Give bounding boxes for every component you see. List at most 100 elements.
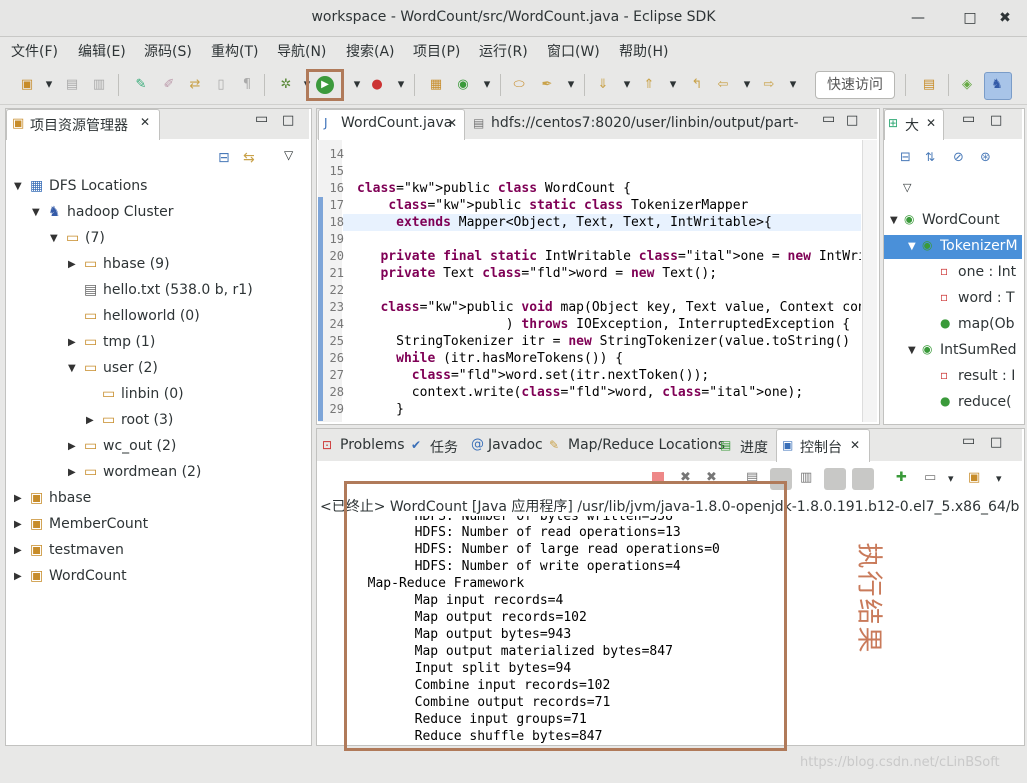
package-icon[interactable]: ▦: [427, 76, 445, 94]
dropdown-icon[interactable]: ▾: [348, 76, 366, 94]
link-editor-icon[interactable]: ⇆: [243, 150, 255, 166]
tree-item[interactable]: linbin (0): [121, 386, 184, 402]
dropdown-icon[interactable]: ▾: [738, 76, 756, 94]
code-line[interactable]: while (itr.hasMoreTokens()) {: [357, 351, 861, 366]
block-icon[interactable]: ▯: [212, 76, 230, 94]
minimize-icon[interactable]: ▭: [822, 111, 835, 127]
tab-hdfs-output[interactable]: hdfs://centos7:8020/user/linbin/output/p…: [491, 115, 799, 131]
tree-item[interactable]: helloworld (0): [103, 308, 200, 324]
collapse-arrow-icon[interactable]: ▼: [14, 181, 22, 192]
next-annotation-icon[interactable]: ⇓: [594, 76, 612, 94]
expand-arrow-icon[interactable]: ▶: [14, 545, 22, 556]
tab-progress[interactable]: 进度: [740, 437, 768, 457]
outline-item[interactable]: WordCount: [922, 212, 1022, 228]
outline-item[interactable]: word : T: [958, 290, 1022, 306]
collapse-arrow-icon[interactable]: ▼: [50, 233, 58, 244]
dropdown-icon[interactable]: ▾: [996, 472, 1002, 485]
menu-run[interactable]: 运行(R): [479, 41, 528, 61]
forward-icon[interactable]: ⇨: [760, 76, 778, 94]
run-external-icon[interactable]: ●: [368, 76, 386, 94]
code-line[interactable]: class="kw">public class WordCount {: [357, 181, 861, 196]
outline-item[interactable]: reduce(: [958, 394, 1022, 410]
tree-item[interactable]: (7): [85, 230, 105, 246]
code-line[interactable]: private Text class="fld">word = new Text…: [357, 266, 861, 281]
close-icon[interactable]: ✕: [447, 116, 457, 130]
hide-fields-icon[interactable]: ⊘: [953, 150, 964, 165]
minimize-icon[interactable]: ▭: [962, 433, 975, 449]
dropdown-icon[interactable]: ▾: [664, 76, 682, 94]
expand-arrow-icon[interactable]: ▶: [14, 571, 22, 582]
close-button[interactable]: ✖: [995, 8, 1015, 28]
new-icon[interactable]: ▣: [18, 76, 36, 94]
collapse-arrow-icon[interactable]: ▼: [32, 207, 40, 218]
menu-navigate[interactable]: 导航(N): [277, 41, 326, 61]
menu-edit[interactable]: 编辑(E): [78, 41, 126, 61]
quick-access-input[interactable]: 快速访问: [815, 71, 895, 99]
display-console-icon[interactable]: ▭: [924, 470, 936, 485]
code-line[interactable]: context.write(class="fld">word, class="i…: [357, 385, 861, 400]
dropdown-icon[interactable]: ▾: [40, 76, 58, 94]
expand-arrow-icon[interactable]: ▶: [68, 337, 76, 348]
save-icon[interactable]: ▤: [63, 76, 81, 94]
tree-item[interactable]: wc_out (2): [103, 438, 176, 454]
maximize-button[interactable]: □: [960, 8, 980, 28]
code-line[interactable]: StringTokenizer itr = new StringTokenize…: [357, 334, 861, 349]
pin-icon[interactable]: ✎: [132, 76, 150, 94]
prev-annotation-icon[interactable]: ⇑: [640, 76, 658, 94]
collapse-arrow-icon[interactable]: ▼: [890, 215, 898, 226]
word-wrap-icon[interactable]: ▥: [800, 470, 812, 485]
maximize-icon[interactable]: □: [990, 113, 1002, 128]
java-perspective-icon[interactable]: ◈: [958, 76, 976, 94]
search-icon[interactable]: ✒: [538, 76, 556, 94]
close-icon[interactable]: ✕: [140, 115, 150, 129]
expand-arrow-icon[interactable]: ▶: [68, 441, 76, 452]
minimize-icon[interactable]: ▭: [962, 111, 975, 127]
last-edit-icon[interactable]: ↰: [688, 76, 706, 94]
view-menu-icon[interactable]: ▽: [903, 181, 911, 194]
expand-arrow-icon[interactable]: ▶: [68, 467, 76, 478]
paragraph-icon[interactable]: ¶: [238, 76, 256, 94]
menu-source[interactable]: 源码(S): [144, 41, 192, 61]
code-line[interactable]: ) throws IOException, InterruptedExcepti…: [357, 317, 861, 332]
tab-tasks[interactable]: 任务: [430, 437, 458, 457]
open-perspective-icon[interactable]: ▤: [920, 76, 938, 94]
view-menu-icon[interactable]: ▽: [284, 148, 293, 162]
open-type-icon[interactable]: ⬭: [510, 76, 528, 94]
highlight-icon[interactable]: ✐: [160, 76, 178, 94]
save-all-icon[interactable]: ▥: [90, 76, 108, 94]
minimize-button[interactable]: —: [908, 8, 928, 28]
dropdown-icon[interactable]: ▾: [784, 76, 802, 94]
menu-project[interactable]: 项目(P): [413, 41, 460, 61]
dropdown-icon[interactable]: ▾: [478, 76, 496, 94]
vertical-scrollbar[interactable]: [862, 140, 877, 422]
menu-search[interactable]: 搜索(A): [346, 41, 395, 61]
menu-help[interactable]: 帮助(H): [619, 41, 668, 61]
dropdown-icon[interactable]: ▾: [948, 472, 954, 485]
collapse-arrow-icon[interactable]: ▼: [68, 363, 76, 374]
tree-item[interactable]: tmp (1): [103, 334, 155, 350]
dropdown-icon[interactable]: ▾: [392, 76, 410, 94]
minimize-icon[interactable]: ▭: [255, 111, 268, 127]
tab-mapreduce-locations[interactable]: Map/Reduce Locations: [568, 437, 725, 453]
expand-arrow-icon[interactable]: ▶: [86, 415, 94, 426]
menu-window[interactable]: 窗口(W): [547, 41, 600, 61]
outline-item[interactable]: map(Ob: [958, 316, 1022, 332]
close-icon[interactable]: ✕: [926, 116, 936, 130]
debug-icon[interactable]: ✲: [277, 76, 295, 94]
tab-problems[interactable]: Problems: [340, 437, 405, 453]
maximize-icon[interactable]: □: [846, 113, 858, 128]
tree-item[interactable]: testmaven: [49, 542, 124, 558]
code-line[interactable]: class="fld">word.set(itr.nextToken());: [357, 368, 861, 383]
expand-arrow-icon[interactable]: ▶: [68, 259, 76, 270]
code-line[interactable]: }: [357, 402, 861, 417]
code-line[interactable]: extends Mapper<Object, Text, Text, IntWr…: [357, 215, 861, 230]
sort-icon[interactable]: ⇅: [925, 150, 935, 164]
maximize-icon[interactable]: □: [990, 435, 1002, 450]
close-icon[interactable]: ✕: [850, 438, 860, 452]
collapse-arrow-icon[interactable]: ▼: [908, 241, 916, 252]
collapse-icon[interactable]: ⊟: [900, 150, 911, 165]
show-stdout-button[interactable]: [824, 468, 846, 490]
collapse-arrow-icon[interactable]: ▼: [908, 345, 916, 356]
tree-item[interactable]: root (3): [121, 412, 173, 428]
pin-console-icon[interactable]: ✚: [896, 470, 907, 485]
